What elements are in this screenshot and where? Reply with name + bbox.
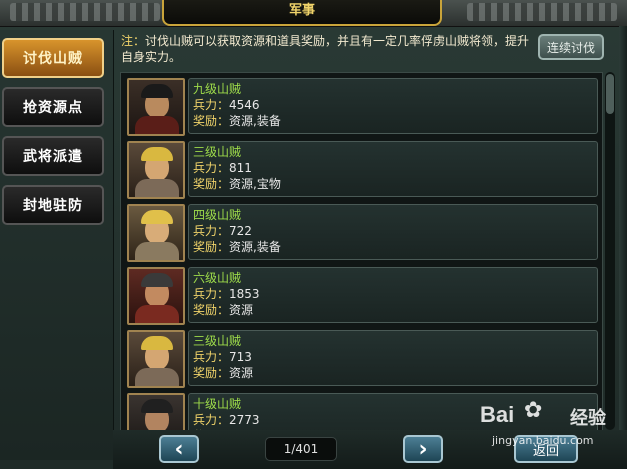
watermark: Bai ✿ 经验 jingyan.baidu.com: [478, 398, 623, 464]
reward-label: 奖励：: [193, 240, 230, 254]
bandit-info: 三级山贼 兵力：713 奖励：资源: [188, 330, 598, 386]
bandit-portrait: [127, 141, 185, 199]
page-indicator: 1/401: [265, 437, 337, 461]
chevron-right-icon: ›: [418, 436, 428, 462]
window-title: 军事: [162, 0, 442, 26]
sidebar-item-label: 封地驻防: [23, 198, 83, 214]
sidebar-item-label: 抢资源点: [23, 100, 83, 116]
list-scrollbar[interactable]: [605, 72, 615, 430]
troops-label: 兵力：: [193, 413, 230, 427]
reward-label: 奖励：: [193, 177, 230, 191]
bandit-info: 六级山贼 兵力：1853 奖励：资源: [188, 267, 598, 323]
troops-value: 722: [229, 224, 252, 238]
troops-value: 2773: [229, 413, 260, 427]
main-content: 注：讨伐山贼可以获取资源和道具奖励，并且有一定几率俘虏山贼将领，提升自身实力。 …: [117, 30, 619, 432]
watermark-logo: Bai: [480, 402, 515, 427]
reward-label: 奖励：: [193, 366, 230, 380]
title-bar: 军事: [0, 0, 627, 27]
sidebar-item-label: 讨伐山贼: [23, 51, 83, 67]
watermark-url: jingyan.baidu.com: [492, 434, 594, 447]
prev-page-button[interactable]: ‹: [159, 435, 199, 463]
bandit-name: 九级山贼: [193, 82, 242, 96]
sidebar-item-fief-garrison[interactable]: 封地驻防: [2, 185, 104, 225]
sidebar-item-label: 武将派遣: [23, 149, 83, 165]
troops-label: 兵力：: [193, 224, 230, 238]
reward-label: 奖励：: [193, 114, 230, 128]
troops-label: 兵力：: [193, 350, 230, 364]
troops-label: 兵力：: [193, 98, 230, 112]
notice-label: 注：: [121, 34, 146, 48]
continuous-attack-button[interactable]: 连续讨伐: [538, 34, 604, 60]
bandit-portrait: [127, 78, 185, 136]
reward-value: 资源,宝物: [229, 177, 281, 191]
reward-value: 资源,装备: [229, 240, 281, 254]
list-item[interactable]: 三级山贼 兵力：811 奖励：资源,宝物: [124, 139, 600, 199]
bandit-name: 四级山贼: [193, 208, 242, 222]
list-item[interactable]: 六级山贼 兵力：1853 奖励：资源: [124, 265, 600, 325]
bandit-name: 三级山贼: [193, 334, 242, 348]
watermark-site: 经验: [570, 408, 606, 429]
troops-value: 1853: [229, 287, 260, 301]
sidebar-item-dispatch-generals[interactable]: 武将派遣: [2, 136, 104, 176]
notice-body: 讨伐山贼可以获取资源和道具奖励，并且有一定几率俘虏山贼将领，提升自身实力。: [121, 34, 530, 64]
notice-text: 注：讨伐山贼可以获取资源和道具奖励，并且有一定几率俘虏山贼将领，提升自身实力。: [121, 33, 533, 65]
chevron-left-icon: ‹: [174, 436, 184, 462]
reward-value: 资源,装备: [229, 114, 281, 128]
reward-value: 资源: [229, 303, 254, 317]
game-window: 军事 讨伐山贼 抢资源点 武将派遣 封地驻防 注：讨伐山贼可以获取资源和道具奖励…: [0, 0, 627, 469]
sidebar: 讨伐山贼 抢资源点 武将派遣 封地驻防: [0, 30, 114, 460]
bandit-info: 四级山贼 兵力：722 奖励：资源,装备: [188, 204, 598, 260]
bandit-info: 九级山贼 兵力：4546 奖励：资源,装备: [188, 78, 598, 134]
bandit-name: 六级山贼: [193, 271, 242, 285]
troops-value: 713: [229, 350, 252, 364]
list-item[interactable]: 三级山贼 兵力：713 奖励：资源: [124, 328, 600, 388]
paw-icon: ✿: [524, 398, 543, 423]
bandit-portrait: [127, 330, 185, 388]
bandit-portrait: [127, 267, 185, 325]
reward-value: 资源: [229, 366, 254, 380]
troops-label: 兵力：: [193, 287, 230, 301]
list-item[interactable]: 九级山贼 兵力：4546 奖励：资源,装备: [124, 76, 600, 136]
troops-value: 4546: [229, 98, 260, 112]
reward-label: 奖励：: [193, 303, 230, 317]
chain-decoration-left: [10, 3, 160, 21]
bandit-list: 九级山贼 兵力：4546 奖励：资源,装备 三级山贼 兵力：811 奖励：资源,…: [120, 72, 603, 432]
troops-label: 兵力：: [193, 161, 230, 175]
next-page-button[interactable]: ›: [403, 435, 443, 463]
list-item[interactable]: 四级山贼 兵力：722 奖励：资源,装备: [124, 202, 600, 262]
bandit-info: 三级山贼 兵力：811 奖励：资源,宝物: [188, 141, 598, 197]
troops-value: 811: [229, 161, 252, 175]
scroll-thumb[interactable]: [606, 74, 614, 114]
sidebar-item-suppress-bandits[interactable]: 讨伐山贼: [2, 38, 104, 78]
chain-decoration-right: [467, 3, 617, 21]
bandit-name: 三级山贼: [193, 145, 242, 159]
sidebar-item-seize-resources[interactable]: 抢资源点: [2, 87, 104, 127]
bandit-portrait: [127, 393, 185, 431]
bandit-portrait: [127, 204, 185, 262]
